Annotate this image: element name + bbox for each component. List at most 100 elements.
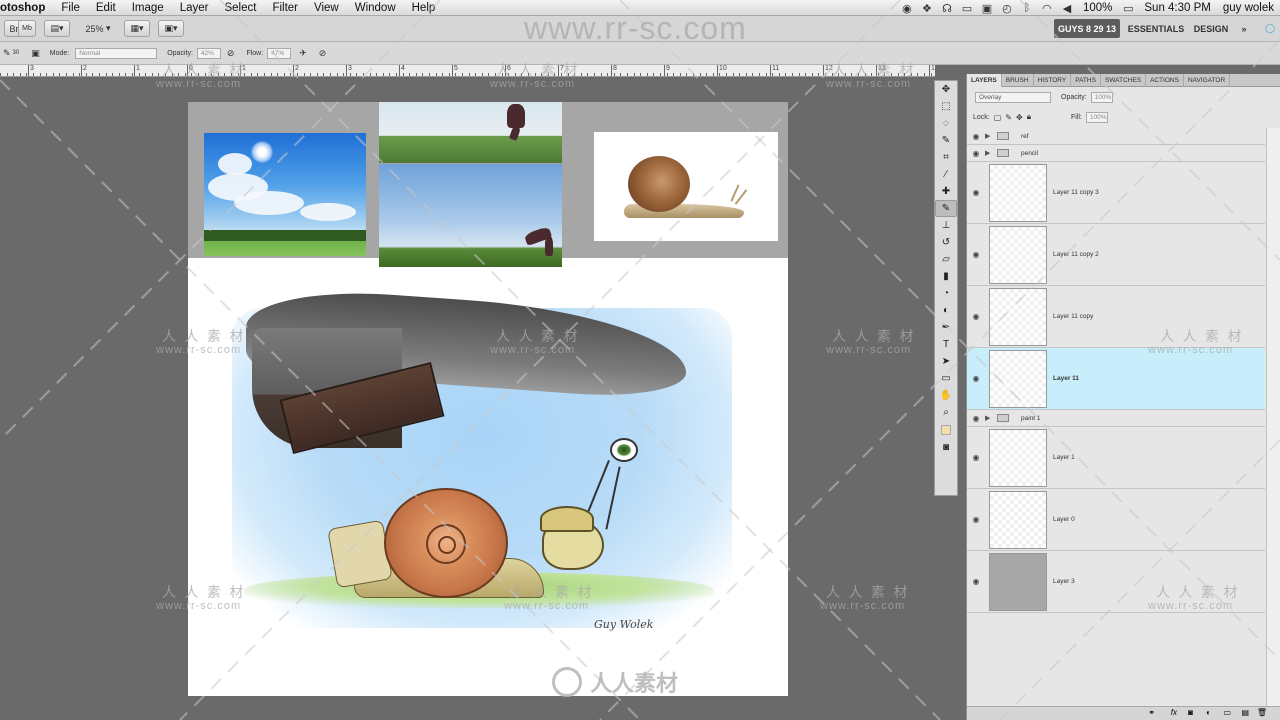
zoom-level[interactable]: 25% ▾ bbox=[82, 20, 114, 37]
tab-history[interactable]: HISTORY bbox=[1034, 74, 1072, 87]
color-swatch[interactable] bbox=[941, 425, 951, 435]
menu-select[interactable]: Select bbox=[216, 2, 264, 14]
clock[interactable]: Sun 4:30 PM bbox=[1138, 2, 1216, 14]
screen-mode-icon[interactable]: ▣▾ bbox=[158, 20, 184, 37]
brush-panel-icon[interactable]: ▣ bbox=[31, 48, 40, 59]
pressure-opacity-icon[interactable]: ⊘ bbox=[227, 48, 235, 59]
layer-name[interactable]: Layer 11 copy bbox=[1053, 313, 1093, 320]
mode-select[interactable]: Normal bbox=[75, 47, 158, 59]
group-expand-icon[interactable]: ▶ bbox=[985, 132, 995, 140]
visibility-eye-icon[interactable]: ◉ bbox=[967, 577, 985, 586]
menu-window[interactable]: Window bbox=[347, 2, 404, 14]
bluetooth-icon[interactable]: ᛒ bbox=[1017, 2, 1037, 14]
visibility-eye-icon[interactable]: ◉ bbox=[967, 515, 985, 524]
app-menu[interactable]: otoshop bbox=[0, 2, 53, 14]
visibility-eye-icon[interactable]: ◉ bbox=[967, 453, 985, 462]
eraser-icon[interactable]: ▱ bbox=[935, 251, 957, 268]
brush-size[interactable]: 30 bbox=[13, 50, 20, 56]
visibility-eye-icon[interactable]: ◉ bbox=[967, 188, 985, 197]
new-group-icon[interactable]: ▭ bbox=[1223, 708, 1231, 717]
workspace-custom-button[interactable]: GUYS 8 29 13 bbox=[1054, 19, 1120, 38]
battery-icon[interactable]: ▭ bbox=[1118, 2, 1138, 15]
pressure-size-icon[interactable]: ⊘ bbox=[319, 48, 327, 59]
fill-field[interactable]: 100% bbox=[1085, 111, 1108, 123]
search-icon[interactable]: ◯ bbox=[1262, 19, 1278, 38]
lasso-icon[interactable]: ◌ bbox=[935, 115, 957, 132]
menu-help[interactable]: Help bbox=[404, 2, 444, 14]
drive-icon[interactable]: ▭ bbox=[957, 2, 977, 15]
stamp-icon[interactable]: ⊥ bbox=[935, 217, 957, 234]
menu-image[interactable]: Image bbox=[124, 2, 172, 14]
blur-icon[interactable]: ◔ bbox=[935, 285, 957, 302]
layer-thumbnail[interactable] bbox=[989, 490, 1047, 549]
more-workspaces-icon[interactable]: » bbox=[1236, 19, 1252, 38]
lock-all-icon[interactable]: 🔒︎ bbox=[1027, 112, 1031, 122]
layer-group[interactable]: ◉ ▶ ref bbox=[967, 128, 1265, 145]
document-canvas[interactable]: Guy Wolek bbox=[188, 102, 788, 696]
tab-layers[interactable]: LAYERS bbox=[967, 74, 1002, 87]
visibility-eye-icon[interactable]: ◉ bbox=[967, 149, 985, 158]
crop-icon[interactable]: ⌗ bbox=[935, 149, 957, 166]
lock-position-icon[interactable]: ✥ bbox=[1016, 113, 1023, 122]
gradient-icon[interactable]: ▮ bbox=[935, 268, 957, 285]
dropbox-icon[interactable]: ❖ bbox=[917, 2, 937, 15]
record-icon[interactable]: ◉ bbox=[897, 2, 917, 15]
mini-bridge-icon[interactable]: Mb bbox=[18, 20, 36, 37]
arrange-documents-icon[interactable]: ▦▾ bbox=[124, 20, 150, 37]
tab-actions[interactable]: ACTIONS bbox=[1146, 74, 1184, 87]
layer-name[interactable]: Layer 11 copy 2 bbox=[1053, 251, 1099, 258]
link-layers-icon[interactable]: ⚭ bbox=[1148, 708, 1155, 717]
marquee-icon[interactable]: ⬚ bbox=[935, 98, 957, 115]
opacity-field[interactable]: 42% bbox=[196, 47, 221, 59]
eyedropper-icon[interactable]: ⁄ bbox=[935, 166, 957, 183]
new-layer-icon[interactable]: ▤ bbox=[1241, 708, 1249, 717]
layer-row[interactable]: ◉ Layer 0 bbox=[967, 489, 1265, 551]
screen-icon[interactable]: ▣ bbox=[977, 2, 997, 15]
group-expand-icon[interactable]: ▶ bbox=[985, 149, 995, 157]
shape-icon[interactable]: ▭ bbox=[935, 370, 957, 387]
layer-name[interactable]: Layer 3 bbox=[1053, 578, 1075, 585]
menu-edit[interactable]: Edit bbox=[88, 2, 124, 14]
layer-thumbnail[interactable] bbox=[989, 225, 1047, 284]
group-expand-icon[interactable]: ▶ bbox=[985, 414, 995, 422]
brush-preset-icon[interactable]: ✎ bbox=[3, 48, 11, 59]
lock-pixels-icon[interactable]: ✎ bbox=[1005, 113, 1012, 122]
headphones-icon[interactable]: ☊ bbox=[937, 2, 957, 15]
layer-thumbnail[interactable] bbox=[989, 349, 1047, 408]
layer-thumbnail[interactable] bbox=[989, 428, 1047, 487]
layer-name[interactable]: paint 1 bbox=[1021, 415, 1041, 422]
layer-group[interactable]: ◉ ▶ pencil bbox=[967, 145, 1265, 162]
visibility-eye-icon[interactable]: ◉ bbox=[967, 414, 985, 423]
layer-name[interactable]: Layer 1 bbox=[1053, 454, 1075, 461]
layer-row[interactable]: ◉ Layer 11 copy 2 bbox=[967, 224, 1265, 286]
tab-navigator[interactable]: NAVIGATOR bbox=[1184, 74, 1231, 87]
time-machine-icon[interactable]: ◴ bbox=[997, 2, 1017, 15]
quick-select-icon[interactable]: ✎ bbox=[935, 132, 957, 149]
user-name[interactable]: guy wolek bbox=[1217, 2, 1280, 14]
layer-name[interactable]: Layer 0 bbox=[1053, 516, 1075, 523]
layer-row[interactable]: ◉ Layer 1 bbox=[967, 427, 1265, 489]
volume-icon[interactable]: ◀ bbox=[1057, 2, 1077, 15]
healing-icon[interactable]: ✚ bbox=[935, 183, 957, 200]
menu-filter[interactable]: Filter bbox=[264, 2, 306, 14]
path-select-icon[interactable]: ➤ bbox=[935, 353, 957, 370]
pen-icon[interactable]: ✒ bbox=[935, 319, 957, 336]
hand-icon[interactable]: ✋ bbox=[935, 387, 957, 404]
history-brush-icon[interactable]: ↺ bbox=[935, 234, 957, 251]
visibility-eye-icon[interactable]: ◉ bbox=[967, 374, 985, 383]
extras-icon[interactable]: ▤▾ bbox=[44, 20, 70, 37]
layer-name[interactable]: Layer 11 bbox=[1053, 375, 1079, 382]
zoom-icon[interactable]: ⌕ bbox=[935, 404, 957, 421]
move-icon[interactable]: ✥ bbox=[935, 81, 957, 98]
layer-row[interactable]: ◉ Layer 11 bbox=[967, 348, 1265, 410]
menu-view[interactable]: View bbox=[306, 2, 347, 14]
tab-brush[interactable]: BRUSH bbox=[1002, 74, 1034, 87]
layer-name[interactable]: pencil bbox=[1021, 150, 1038, 157]
battery-percent[interactable]: 100% bbox=[1077, 2, 1118, 14]
layer-group[interactable]: ◉ ▶ paint 1 bbox=[967, 410, 1265, 427]
visibility-eye-icon[interactable]: ◉ bbox=[967, 132, 985, 141]
visibility-eye-icon[interactable]: ◉ bbox=[967, 250, 985, 259]
tab-paths[interactable]: PATHS bbox=[1071, 74, 1101, 87]
flow-field[interactable]: 47% bbox=[267, 47, 292, 59]
brush-icon[interactable]: ✎ bbox=[935, 200, 957, 217]
